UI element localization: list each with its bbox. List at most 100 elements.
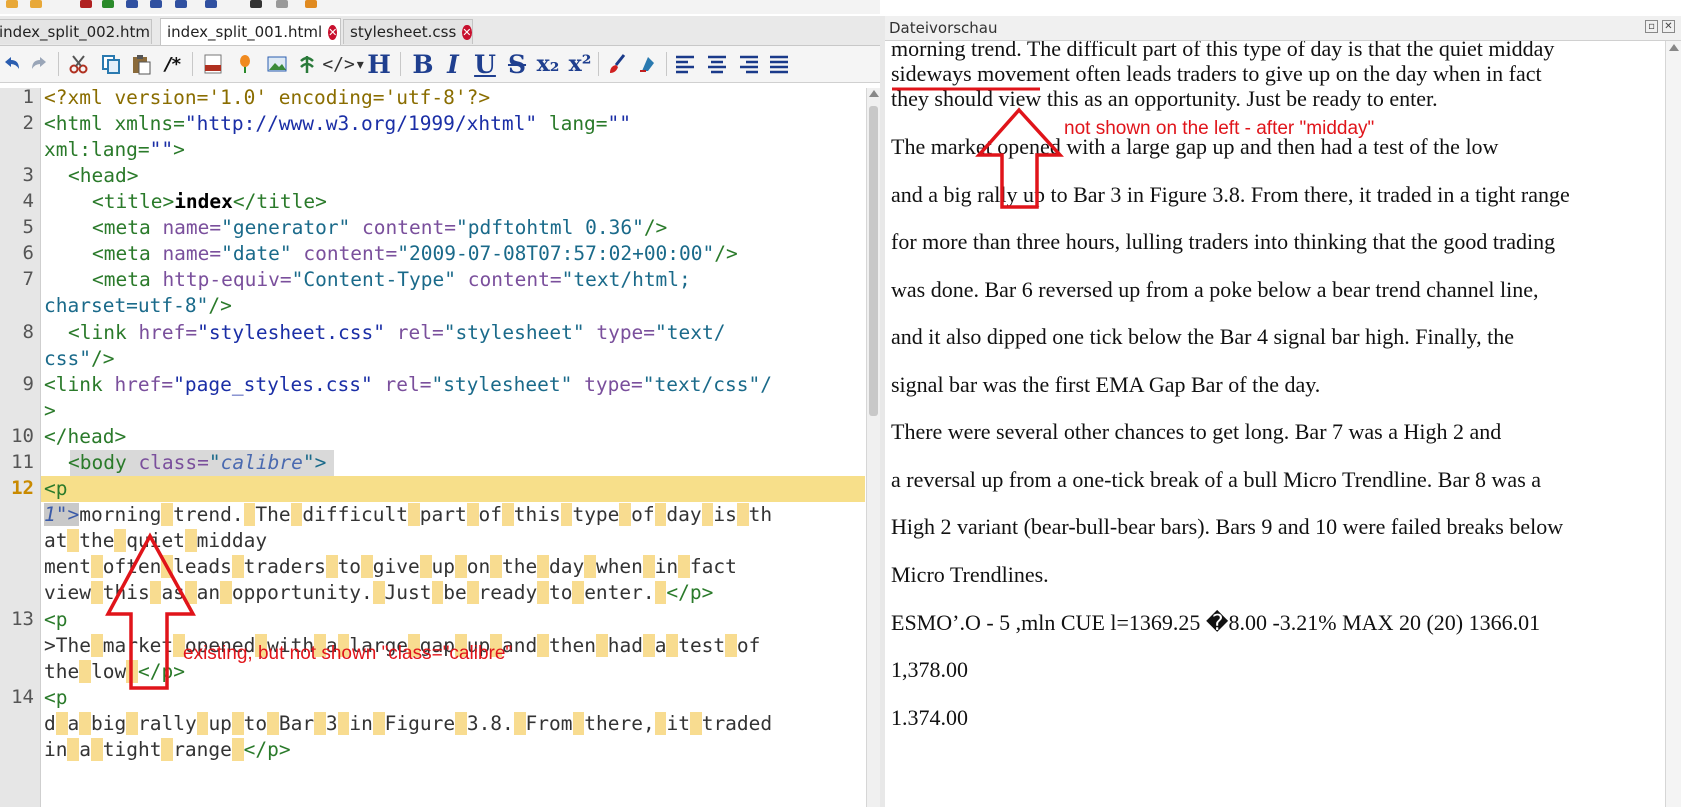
whitespace-marker [408, 503, 420, 526]
whitespace-marker [79, 660, 91, 683]
close-icon[interactable]: ✕ [462, 24, 472, 40]
insert-special-icon[interactable] [232, 50, 258, 78]
code-line-10: </head> [44, 425, 127, 448]
whitespace-marker [161, 555, 174, 578]
underline-icon[interactable]: U [472, 50, 498, 79]
code-word: in [654, 555, 679, 578]
line-number: 7 [22, 268, 34, 290]
code-word: in [349, 712, 373, 735]
code-word: enter. [584, 581, 655, 604]
whitespace-marker [114, 529, 127, 552]
code-word: morning [79, 503, 162, 526]
float-icon[interactable]: ▫ [1645, 20, 1658, 33]
code-word: range [173, 738, 232, 761]
line-number: 1 [22, 86, 34, 108]
editor-scrollbar[interactable] [866, 88, 881, 807]
whitespace-marker [161, 503, 174, 526]
whitespace-marker [314, 712, 326, 735]
tab-stylesheet[interactable]: stylesheet.css ✕ [343, 19, 473, 44]
whitespace-marker [149, 581, 162, 604]
strikethrough-icon[interactable]: S [504, 50, 530, 79]
whitespace-marker [490, 555, 502, 578]
code-word: market [102, 634, 174, 657]
close-icon[interactable]: ✕ [328, 24, 338, 40]
code-word: midday [196, 529, 268, 552]
line-number-gutter: 1 2 3 4 5 6 7 8 9 10 11 12 13 14 [0, 86, 41, 807]
insert-html-icon[interactable] [200, 50, 226, 78]
paint-brush-icon[interactable] [604, 50, 630, 78]
code-line-9: <link href="page_styles.css" rel="styles… [44, 373, 772, 396]
undo-icon[interactable] [0, 50, 22, 78]
preview-text-line: There were several other chances to get … [891, 419, 1502, 444]
top-icon-strip [0, 0, 880, 14]
tab-label: index_split_002.html [0, 23, 152, 41]
whitespace-marker [419, 555, 432, 578]
whitespace-marker [184, 529, 197, 552]
whitespace-marker [537, 581, 549, 604]
whitespace-marker [654, 503, 667, 526]
code-line-2: <html xmlns="http://www.w3.org/1999/xhtm… [44, 112, 632, 135]
whitespace-marker [90, 555, 103, 578]
whitespace-marker [666, 634, 679, 657]
comment-icon[interactable]: /* [160, 50, 186, 78]
heading-icon[interactable]: H [366, 49, 392, 79]
code-word: The [255, 503, 291, 526]
italic-icon[interactable]: I [440, 50, 466, 79]
code-word: this [102, 581, 150, 604]
code-line-14-wrap-2: in a tight range </p> [44, 738, 291, 761]
paste-icon[interactable] [128, 50, 154, 78]
clear-format-icon[interactable] [634, 50, 660, 78]
whitespace-marker [619, 503, 632, 526]
tab-bar: index_split_002.html ✕ index_split_001.h… [0, 16, 880, 46]
close-icon[interactable]: ✕ [1662, 20, 1675, 33]
align-left-icon[interactable] [672, 50, 698, 78]
code-line-2-wrap: xml:lang=""> [44, 138, 185, 161]
preview-scrollbar[interactable] [1665, 41, 1681, 807]
copy-icon[interactable] [98, 50, 124, 78]
tab-index-split-001[interactable]: index_split_001.html ✕ [160, 18, 341, 45]
tab-index-split-002[interactable]: index_split_002.html ✕ [0, 19, 152, 44]
code-word: ready [478, 581, 538, 604]
whitespace-marker [267, 712, 279, 735]
cut-icon[interactable] [66, 50, 92, 78]
scroll-thumb[interactable] [869, 106, 878, 416]
subscript-icon[interactable]: x₂ [534, 50, 562, 78]
scroll-up-arrow-icon[interactable] [1669, 44, 1679, 51]
file-preview[interactable]: morning trend. The difficult part of thi… [885, 41, 1663, 807]
superscript-icon[interactable]: x² [566, 50, 594, 78]
whitespace-marker [337, 712, 350, 735]
code-word: th [748, 503, 773, 526]
align-center-icon[interactable] [704, 50, 730, 78]
preview-text-line: High 2 variant (bear-bull-bear bars). Ba… [891, 514, 1564, 539]
bold-label: B [412, 49, 434, 79]
line-number: 14 [11, 686, 34, 708]
preview-header: Dateivorschau ▫ ✕ [885, 16, 1681, 41]
align-right-icon[interactable] [736, 50, 762, 78]
code-word: had [607, 634, 643, 657]
whitespace-marker [184, 581, 197, 604]
redo-icon[interactable] [28, 50, 52, 78]
code-tag-icon[interactable]: </>▾ [322, 50, 365, 78]
heading-label: H [367, 49, 391, 79]
line-number: 8 [22, 321, 34, 343]
line-number: 2 [22, 112, 34, 134]
bold-icon[interactable]: B [410, 49, 436, 79]
whitespace-marker [372, 581, 385, 604]
code-word: an [196, 581, 221, 604]
code-word: it [666, 712, 690, 735]
current-line-highlight [41, 476, 865, 502]
preview-text-line: and it also dipped one tick below the Ba… [891, 324, 1515, 349]
code-word: big [91, 712, 127, 735]
code-word: this [513, 503, 561, 526]
whitespace-marker [642, 555, 655, 578]
code-editor[interactable]: <?xml version='1.0' encoding='utf-8'?> <… [41, 88, 865, 807]
preview-text-line: signal bar was the first EMA Gap Bar of … [891, 372, 1321, 397]
insert-image-icon[interactable] [264, 50, 290, 78]
annotation-note-right: not shown on the left - after "midday" [1064, 118, 1375, 139]
justify-icon[interactable] [766, 50, 792, 78]
code-line-1: <?xml version='1.0' encoding='utf-8'?> [44, 88, 491, 109]
code-word: traders [243, 555, 326, 578]
insert-link-icon[interactable] [294, 50, 320, 78]
scroll-up-arrow-icon[interactable] [869, 90, 879, 97]
whitespace-marker [455, 712, 467, 735]
